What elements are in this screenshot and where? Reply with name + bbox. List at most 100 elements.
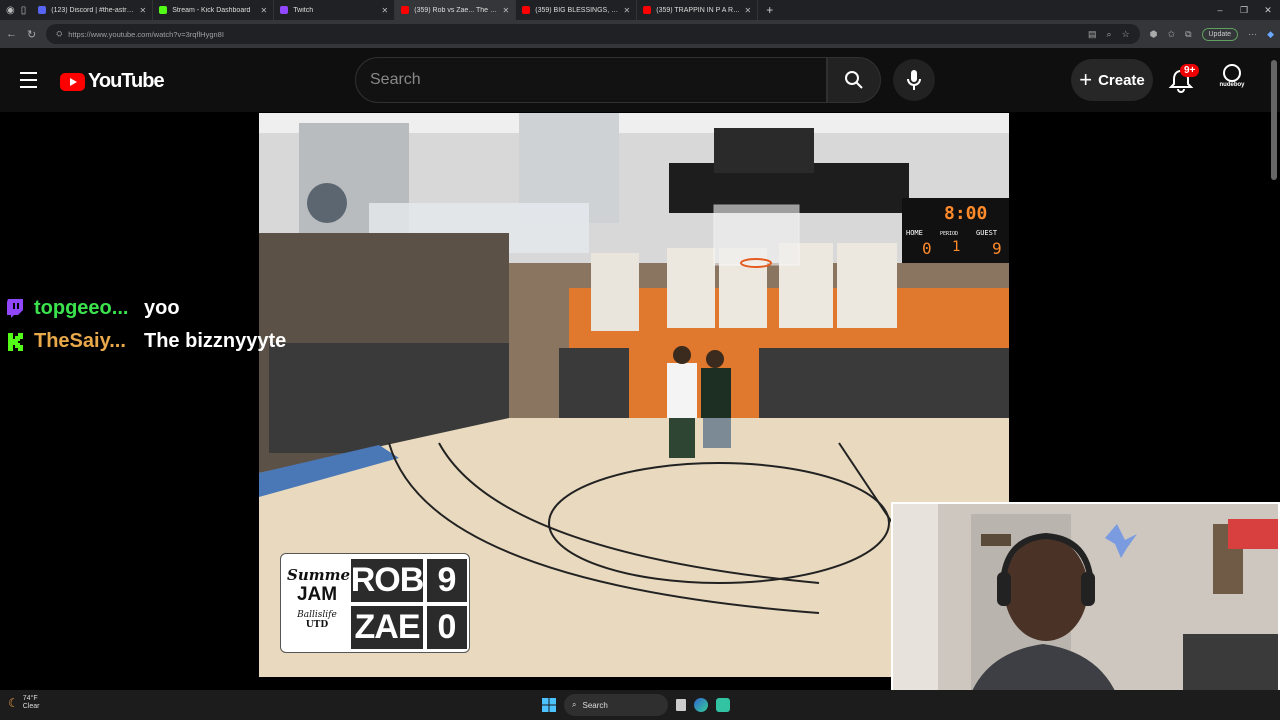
- stream-chat-overlay: topgeeo... yoo TheSaiy... The bizznyyyte: [4, 292, 286, 358]
- browser-tab[interactable]: (123) Discord | #the-astronomic... ✕: [32, 0, 154, 20]
- browser-app-icon[interactable]: ◉: [6, 5, 15, 16]
- team-score: 9: [427, 559, 467, 602]
- create-label: Create: [1098, 71, 1145, 89]
- url-text: https://www.youtube.com/watch?v=3rqflHyg…: [68, 29, 224, 39]
- chat-username: TheSaiy...: [34, 330, 126, 352]
- close-tab-icon[interactable]: ✕: [382, 6, 389, 15]
- microphone-icon: [907, 70, 921, 90]
- avatar[interactable]: nudeboy: [1217, 64, 1247, 98]
- omnibox[interactable]: ⛭ https://www.youtube.com/watch?v=3rqflH…: [46, 24, 1140, 44]
- tab-title: (359) TRAPPIN IN P A R A D I S: [656, 6, 740, 14]
- weather-temp: 74°F: [22, 695, 38, 702]
- youtube-header: YouTube Search + Create 9+ nudeboy: [0, 48, 1280, 112]
- logo-line-3: Ballislife: [297, 610, 337, 620]
- update-button[interactable]: Update: [1201, 27, 1239, 41]
- tab-favicon-icon: [280, 6, 289, 14]
- chat-message: topgeeo... yoo: [4, 292, 286, 325]
- task-view-icon[interactable]: [676, 699, 686, 711]
- more-menu-icon[interactable]: ⋯: [1248, 29, 1257, 40]
- browser-tab[interactable]: (359) Rob vs Zae... The GREA ✕: [395, 0, 517, 20]
- collections-icon[interactable]: ⧉: [1185, 29, 1191, 40]
- logo-line-4: UTD: [305, 620, 329, 630]
- address-bar-row: ← ↻ ⛭ https://www.youtube.com/watch?v=3r…: [0, 20, 1280, 48]
- browser-tab[interactable]: (359) BIG BLESSINGS, LETS STRE ✕: [516, 0, 638, 20]
- score-overlay: Summer JAM Ballislife UTD ROB 9 ZAE 0: [280, 553, 470, 653]
- site-info-icon[interactable]: ⛭: [56, 29, 62, 39]
- tab-favicon-icon: [643, 6, 652, 14]
- logo-line-2: JAM: [296, 584, 338, 605]
- tab-title: (359) BIG BLESSINGS, LETS STRE: [535, 6, 620, 14]
- tab-actions-icon[interactable]: ▯: [21, 5, 27, 16]
- chat-text: yoo: [144, 297, 180, 319]
- chat-text: The bizznyyyte: [144, 330, 287, 352]
- court-guest-score: 9: [992, 239, 1002, 258]
- tab-favicon-icon: [522, 6, 531, 14]
- chat-username: topgeeo...: [34, 297, 129, 319]
- tab-favicon-icon: [401, 6, 410, 14]
- webcam-feed: [891, 502, 1280, 720]
- avatar-icon: [1223, 64, 1241, 82]
- restore-icon[interactable]: ❐: [1232, 0, 1256, 20]
- page-scrollbar[interactable]: [1271, 60, 1277, 180]
- twitch-icon: [4, 298, 26, 320]
- extension-icon[interactable]: ⬢: [1150, 29, 1158, 40]
- favorites-icon[interactable]: ✩: [1168, 29, 1176, 40]
- youtube-play-icon: [60, 72, 85, 91]
- create-button[interactable]: + Create: [1071, 59, 1153, 101]
- search-icon: [845, 71, 863, 89]
- window-controls: – ❐ ✕: [1208, 0, 1280, 20]
- voice-search-button[interactable]: [893, 59, 935, 101]
- tab-title: Stream - Kick Dashboard: [172, 6, 251, 14]
- webcam-image: [893, 504, 1278, 718]
- search-icon: ⌕: [572, 700, 577, 709]
- weather-desc: Clear: [22, 703, 40, 710]
- team-score: 0: [427, 606, 467, 649]
- reload-icon[interactable]: ↻: [27, 28, 36, 41]
- taskbar-search-label: Search: [582, 700, 608, 710]
- windows-start-icon[interactable]: [542, 698, 556, 712]
- close-tab-icon[interactable]: ✕: [624, 6, 631, 15]
- browser-tab-strip: ◉ ▯ (123) Discord | #the-astronomic...✕S…: [0, 0, 1280, 20]
- court-scoreboard: 8:00 HOME PERIOD GUEST 0 1 9: [904, 201, 1007, 261]
- team-name: ROB: [351, 559, 424, 602]
- close-tab-icon[interactable]: ✕: [503, 6, 510, 15]
- youtube-logo[interactable]: YouTube: [60, 70, 165, 93]
- browser-tab[interactable]: Twitch ✕: [274, 0, 396, 20]
- copilot-icon[interactable]: ◆: [1267, 29, 1274, 40]
- reader-icon[interactable]: ▤: [1088, 29, 1097, 40]
- court-period: 1: [952, 239, 961, 255]
- back-icon[interactable]: ←: [6, 28, 17, 40]
- streamlabs-icon[interactable]: [716, 698, 730, 712]
- bookmark-star-icon[interactable]: ☆: [1122, 29, 1130, 40]
- team-name: ZAE: [351, 606, 423, 649]
- search-input[interactable]: Search: [355, 57, 827, 103]
- score-row-2: ZAE 0: [351, 606, 467, 649]
- tab-title: Twitch: [293, 6, 314, 14]
- taskbar-apps: ⌕ Search: [542, 694, 730, 716]
- court-home-label: HOME: [906, 229, 923, 237]
- search-button[interactable]: [827, 57, 881, 103]
- weather-widget[interactable]: ☾ 74°F Clear: [8, 695, 40, 711]
- browser-tab[interactable]: (359) TRAPPIN IN P A R A D I S ✕: [637, 0, 759, 20]
- weather-icon: ☾: [8, 696, 19, 710]
- minimize-icon[interactable]: –: [1208, 0, 1232, 20]
- close-tab-icon[interactable]: ✕: [140, 6, 147, 15]
- tab-title: (359) Rob vs Zae... The GREA: [414, 6, 498, 14]
- new-tab-button[interactable]: +: [758, 3, 781, 17]
- close-window-icon[interactable]: ✕: [1256, 0, 1280, 20]
- avatar-label: nudeboy: [1219, 82, 1245, 88]
- menu-icon[interactable]: [20, 72, 37, 93]
- chat-message: TheSaiy... The bizznyyyte: [4, 325, 286, 358]
- window-icons: ◉ ▯: [0, 0, 32, 20]
- close-tab-icon[interactable]: ✕: [261, 6, 268, 15]
- edge-browser-icon[interactable]: [694, 698, 708, 712]
- taskbar-search[interactable]: ⌕ Search: [564, 694, 668, 716]
- tab-favicon-icon: [159, 6, 168, 14]
- court-home-score: 0: [922, 239, 932, 258]
- court-period-label: PERIOD: [940, 231, 959, 237]
- browser-tab[interactable]: Stream - Kick Dashboard ✕: [153, 0, 275, 20]
- os-taskbar: ☾ 74°F Clear ⌕ Search: [0, 690, 1280, 720]
- zoom-icon[interactable]: ⌕: [1107, 29, 1112, 40]
- close-tab-icon[interactable]: ✕: [745, 6, 752, 15]
- tab-title: (123) Discord | #the-astronomic...: [51, 6, 135, 14]
